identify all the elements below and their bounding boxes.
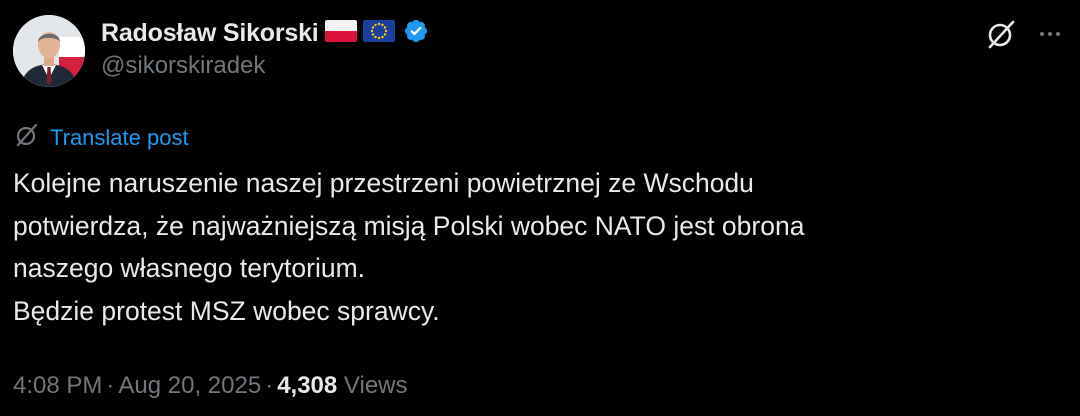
translate-post-label: Translate post [50, 124, 189, 150]
eu-flag-icon [362, 19, 395, 48]
views-count: 4,308 [277, 372, 338, 399]
more-dot [1048, 32, 1052, 36]
translate-post-link[interactable]: Translate post [14, 122, 189, 153]
post-text-line: Kolejne naruszenie naszej przestrzeni po… [13, 168, 754, 198]
post-text-line: Będzie protest MSZ wobec sprawcy. [13, 295, 440, 326]
more-dot [1056, 32, 1060, 36]
post-text-line: potwierdza, że najważniejszą misją Polsk… [13, 210, 805, 241]
tweet: Radosław Sikorski @sikorskiradek Transla… [0, 0, 1080, 416]
poland-flag-icon [324, 19, 357, 48]
author-display-name[interactable]: Radosław Sikorski [101, 19, 319, 48]
views-label: Views [343, 372, 408, 399]
verified-badge-icon[interactable] [403, 18, 429, 49]
post-text-line: naszego własnego terytorium. [13, 253, 366, 283]
more-dot [1040, 32, 1044, 36]
avatar-image [13, 15, 85, 87]
avatar[interactable] [13, 15, 85, 87]
meta-separator: · [265, 372, 274, 399]
author-handle[interactable]: @sikorskiradek [101, 52, 265, 80]
translate-icon [14, 122, 40, 153]
post-meta: 4:08 PM · Aug 20, 2025 · 4,308 Views [13, 372, 408, 400]
author-name-row: Radosław Sikorski [101, 16, 429, 50]
grok-icon[interactable] [984, 17, 1018, 51]
post-date[interactable]: Aug 20, 2025 [118, 372, 261, 399]
post-time[interactable]: 4:08 PM [13, 372, 102, 399]
meta-separator: · [106, 372, 115, 399]
more-options-icon[interactable] [1032, 17, 1068, 51]
post-text: Kolejne naruszenie naszej przestrzeni po… [13, 162, 1063, 332]
